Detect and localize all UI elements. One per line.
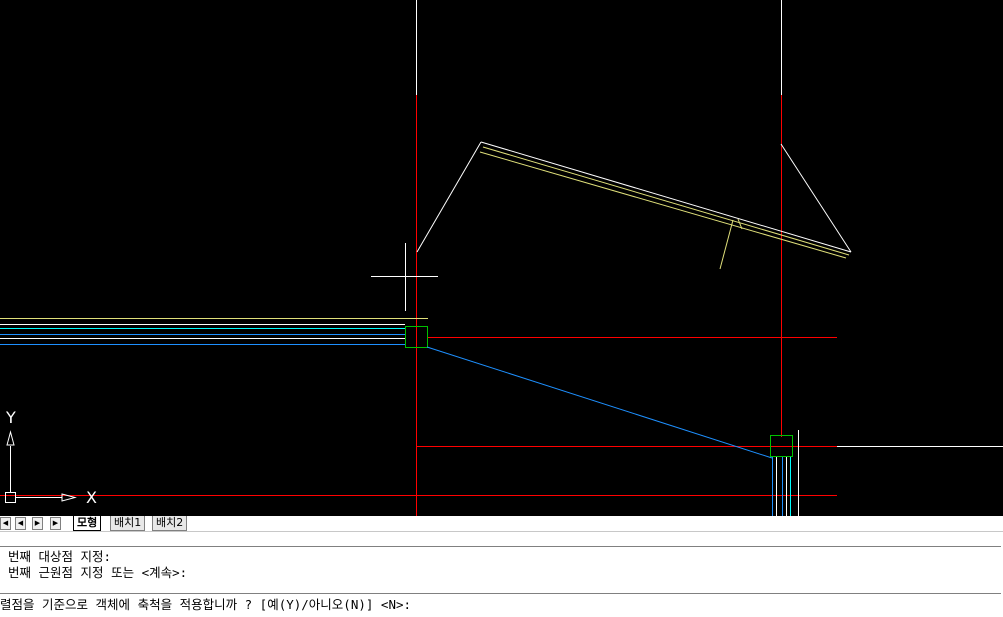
first-tab-icon[interactable]: ◀ — [0, 517, 11, 530]
drawing-canvas[interactable]: Y X — [0, 0, 1003, 516]
yellow-roof-line-lower[interactable] — [479, 151, 847, 259]
tab-layout1[interactable]: 배치1 — [110, 516, 146, 531]
white-roof-outline-right[interactable] — [780, 143, 852, 253]
yellow-roof-line-upper[interactable] — [482, 146, 850, 256]
command-window-separator — [0, 532, 1003, 544]
command-history: 번째 대상점 지정: 번째 근원점 지정 또는 <계속>: — [0, 546, 1001, 594]
blue-sloped-line[interactable] — [426, 346, 773, 459]
yellow-tick-mark[interactable] — [719, 219, 734, 270]
white-roof-outline-top[interactable] — [480, 141, 852, 253]
command-history-line: 번째 근원점 지정 또는 <계속>: — [8, 565, 188, 580]
layout-tab-bar: ◀ ◀ ▶ ▶ 모형 배치1 배치2 — [0, 516, 1003, 532]
next-tab-icon[interactable]: ▶ — [32, 517, 43, 530]
command-prompt[interactable]: 렬점을 기준으로 객체에 축척을 적용합니까 ? [예(Y)/아니오(N)] <… — [0, 596, 1003, 614]
last-tab-icon[interactable]: ▶ — [50, 517, 61, 530]
command-history-line: 번째 대상점 지정: — [8, 549, 112, 564]
ucs-icon: Y X — [5, 408, 97, 507]
tab-model[interactable]: 모형 — [73, 516, 102, 531]
drawing-viewport[interactable]: Y X — [0, 0, 1003, 516]
ucs-x-label: X — [86, 488, 97, 507]
ucs-y-label: Y — [5, 408, 16, 427]
crosshair-cursor — [371, 243, 438, 311]
tab-layout2[interactable]: 배치2 — [152, 516, 188, 531]
white-roof-outline-left[interactable] — [416, 141, 482, 253]
previous-tab-icon[interactable]: ◀ — [15, 517, 26, 530]
